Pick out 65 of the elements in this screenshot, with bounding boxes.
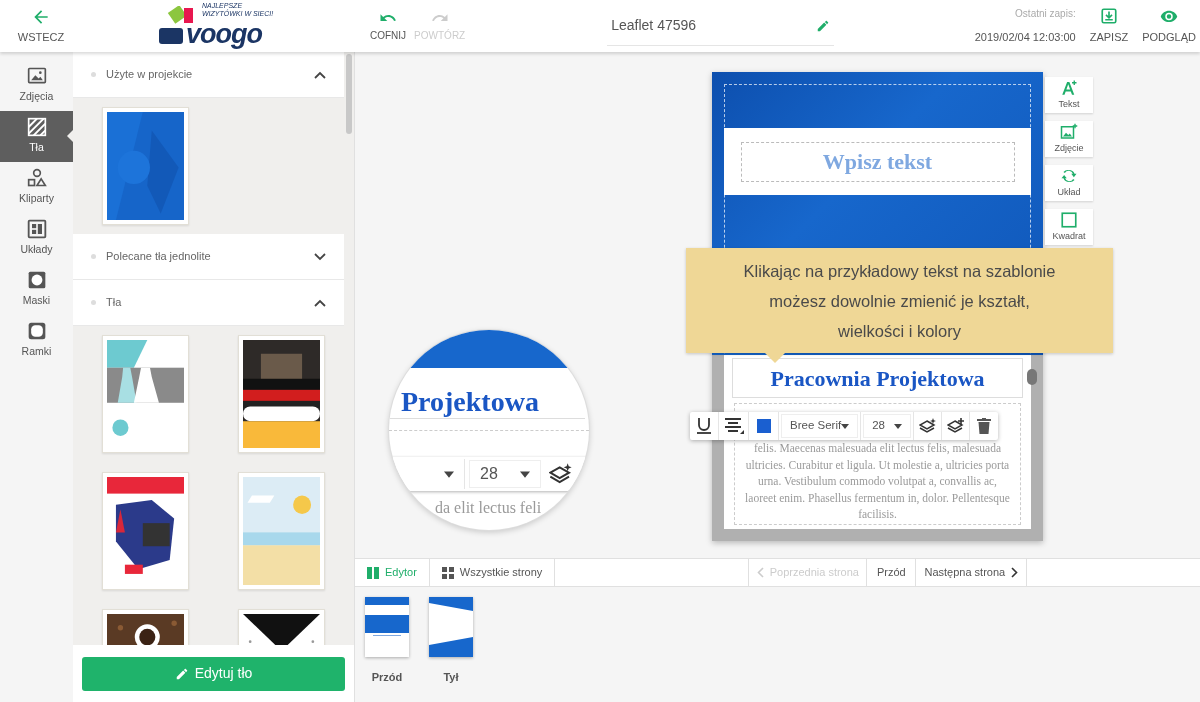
tooltip: Klikając na przykładowy tekst na szablonie możesz dowolnie zmienić je kształt, wielkości i kolory <box>686 248 1113 353</box>
section-header[interactable]: Użyte w projekcie <box>73 52 344 98</box>
section-header[interactable]: Polecane tła jednolite <box>73 234 344 280</box>
next-page-button[interactable]: Następna strona <box>916 559 1028 586</box>
columns-icon <box>367 566 379 579</box>
caret-down-icon <box>894 423 903 429</box>
magnified-body-text: da elit lectus feli <box>435 498 542 518</box>
align-center-icon <box>723 418 744 434</box>
layers-icon <box>918 418 937 434</box>
section-header[interactable]: Tła <box>73 280 344 326</box>
pencil-icon <box>174 666 189 681</box>
layers-icon <box>549 463 573 485</box>
sidebar-item[interactable]: Maski <box>0 264 73 315</box>
current-page-label: Przód <box>867 559 917 586</box>
title-text-box[interactable]: Pracownia Projektowa <box>732 358 1023 398</box>
sidebar-item[interactable]: Kliparty <box>0 162 73 213</box>
chevron-down-icon <box>314 252 326 261</box>
grid-icon <box>441 566 454 579</box>
sidebar-item[interactable]: Tła <box>0 111 73 162</box>
resize-handle[interactable] <box>1027 369 1037 385</box>
caret-down-icon <box>841 423 850 429</box>
logo-wordmark: voogo <box>186 20 262 48</box>
magnified-title: Projektowa <box>401 385 539 419</box>
layout-icon <box>26 219 47 240</box>
trash-icon <box>977 418 992 434</box>
sidebar-item[interactable]: Ramki <box>0 315 73 366</box>
back-button[interactable]: WSTECZ <box>0 0 82 52</box>
font-size-select[interactable]: 28 <box>863 414 912 438</box>
caret-down-icon <box>520 470 530 478</box>
chevron-right-icon <box>1011 567 1019 578</box>
frame-icon <box>26 321 47 342</box>
square-icon <box>1060 210 1078 229</box>
tooltip-pointer <box>765 353 785 363</box>
chevron-up-icon <box>314 70 326 79</box>
image-icon <box>26 66 47 87</box>
mask-icon <box>26 270 47 291</box>
save-button[interactable]: ZAPISZ <box>1089 6 1129 46</box>
page-preview-drawing <box>429 597 473 657</box>
sidebar-item[interactable]: Układy <box>0 213 73 264</box>
underline-icon <box>696 417 712 435</box>
tool-button[interactable]: Układ <box>1045 165 1093 201</box>
document-title-field[interactable]: Leaflet 47596 <box>607 6 835 46</box>
font-select[interactable]: Bree Serif <box>781 414 859 438</box>
hatched-square-icon <box>26 117 47 138</box>
last-save-label: Ostatni zapis: <box>1015 7 1076 22</box>
text-plus-icon <box>1060 78 1078 97</box>
download-icon <box>1099 6 1118 25</box>
layers-icon <box>946 418 965 434</box>
page-preview-drawing <box>365 597 409 657</box>
tool-button[interactable]: Kwadrat <box>1045 209 1093 245</box>
sidebar-item[interactable]: Zdjęcia <box>0 60 73 111</box>
tool-button[interactable]: Zdjęcie <box>1045 121 1093 157</box>
caret-down-icon <box>444 470 454 478</box>
page-thumbnail[interactable]: Tył <box>429 597 473 702</box>
pencil-icon <box>816 18 831 33</box>
image-plus-icon <box>1060 122 1078 141</box>
chevron-up-icon <box>314 298 326 307</box>
tool-button[interactable]: Tekst <box>1045 77 1093 113</box>
page-thumbnail[interactable]: Przód <box>365 597 409 702</box>
preview-button[interactable]: PODGLĄD <box>1142 6 1196 46</box>
last-save-time: 2019/02/04 12:03:00 <box>974 30 1076 46</box>
undo-button[interactable]: COFNIJ <box>370 9 407 43</box>
tab[interactable]: Wszystkie strony <box>429 559 556 586</box>
chevron-left-icon <box>756 567 764 578</box>
shapes-icon <box>26 168 47 189</box>
